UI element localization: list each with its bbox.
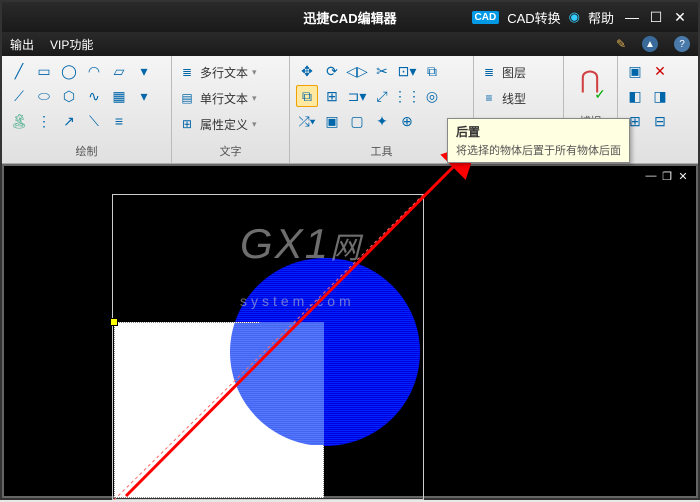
select-icon[interactable]: ⊡▾ xyxy=(396,60,418,82)
minimize-button[interactable]: — xyxy=(622,9,642,25)
trim-icon[interactable]: ✂ xyxy=(371,60,393,82)
cad-convert-button[interactable]: CAD转换 xyxy=(503,8,564,27)
misc4-icon[interactable]: ◨ xyxy=(649,85,671,107)
polyline-icon[interactable]: ⟋ xyxy=(8,85,30,107)
app-title: 迅捷CAD编辑器 xyxy=(303,8,396,27)
mirror-icon[interactable]: ◁▷ xyxy=(346,60,368,82)
tooltip-body: 将选择的物体后置于所有物体后面 xyxy=(456,142,621,158)
ribbon-group-draw: ╱ ▭ ◯ ◠ ▱ ▾ ⟋ ⬭ ⬡ ∿ ▦ ▾ 🏝 ⋮ ↗ ⟍ ≡ 绘制 xyxy=(2,56,172,163)
group-icon[interactable]: ⊞ xyxy=(321,85,343,107)
more-icon[interactable]: ⊕ xyxy=(396,110,418,132)
stext-icon: ▤ xyxy=(178,89,196,107)
misc6-icon[interactable]: ⊟ xyxy=(649,110,671,132)
multiline-text-button[interactable]: ≣多行文本▾ xyxy=(178,60,283,84)
tooltip: 后置 将选择的物体后置于所有物体后面 xyxy=(447,118,630,163)
move-icon[interactable]: ✥ xyxy=(296,60,318,82)
pen-icon[interactable]: ✎ xyxy=(616,37,626,51)
line-icon[interactable]: ╱ xyxy=(8,60,30,82)
misc3-icon[interactable]: ◧ xyxy=(624,85,646,107)
bring-front-icon[interactable]: ⧉ xyxy=(421,60,443,82)
help-button[interactable]: 帮助 xyxy=(584,8,618,27)
arc-icon[interactable]: ◠ xyxy=(83,60,105,82)
attr-icon: ⊞ xyxy=(178,115,196,133)
break-icon[interactable]: ⤮▾ xyxy=(296,110,318,132)
drawing-canvas[interactable]: — ❐ ✕ GX1网 system.com xyxy=(2,164,698,498)
help-icon[interactable]: ◉ xyxy=(569,9,580,25)
layer-icon: ≣ xyxy=(480,63,498,81)
dropdown-icon[interactable]: ▾ xyxy=(133,60,155,82)
back-icon[interactable]: ▢ xyxy=(346,110,368,132)
copy-icon[interactable]: ⊐▾ xyxy=(346,85,368,107)
group-label-tools: 工具 xyxy=(296,141,467,161)
cad-badge-icon: CAD xyxy=(472,11,500,24)
ellipse-icon[interactable]: ⬭ xyxy=(33,85,55,107)
title-bar: 迅捷CAD编辑器 CAD CAD转换 ◉ 帮助 — ☐ ✕ xyxy=(2,2,698,32)
mtext-icon: ≣ xyxy=(178,63,196,81)
attr-def-button[interactable]: ⊞属性定义▾ xyxy=(178,112,283,136)
menu-bar: 输出 VIP功能 ✎ ▲ ? xyxy=(2,32,698,56)
menu-output[interactable]: 输出 xyxy=(10,36,34,53)
grip-handle[interactable] xyxy=(110,318,118,326)
misc2-icon[interactable]: ✕ xyxy=(649,60,671,82)
send-back-icon[interactable]: ⧉ xyxy=(296,85,318,107)
circle-icon[interactable]: ◯ xyxy=(58,60,80,82)
point-icon[interactable]: ⋮ xyxy=(33,110,55,132)
linetype-icon: ≡ xyxy=(480,89,498,107)
hatch-icon[interactable]: ▦ xyxy=(108,85,130,107)
xline-icon[interactable]: ⟍ xyxy=(83,110,105,132)
layer-button[interactable]: ≣图层 xyxy=(480,60,557,84)
tooltip-title: 后置 xyxy=(456,123,621,140)
dropdown2-icon[interactable]: ▾ xyxy=(133,85,155,107)
misc1-icon[interactable]: ▣ xyxy=(624,60,646,82)
group-label-text: 文字 xyxy=(178,141,283,161)
singleline-text-button[interactable]: ▤单行文本▾ xyxy=(178,86,283,110)
close-button[interactable]: ✕ xyxy=(670,9,690,25)
array-icon[interactable]: ⋮⋮ xyxy=(396,85,418,107)
polygon-icon[interactable]: ⬡ xyxy=(58,85,80,107)
front-icon[interactable]: ▣ xyxy=(321,110,343,132)
maximize-button[interactable]: ☐ xyxy=(646,9,666,25)
explode-icon[interactable]: ✦ xyxy=(371,110,393,132)
linetype-button[interactable]: ≡线型 xyxy=(480,86,557,110)
info-icon[interactable]: ? xyxy=(674,36,690,52)
group-label-draw: 绘制 xyxy=(8,141,165,161)
shape-icon[interactable]: ▱ xyxy=(108,60,130,82)
ray-icon[interactable]: ↗ xyxy=(58,110,80,132)
spline-icon[interactable]: ∿ xyxy=(83,85,105,107)
image-icon[interactable]: 🏝 xyxy=(8,110,30,132)
rect-icon[interactable]: ▭ xyxy=(33,60,55,82)
user-icon[interactable]: ▲ xyxy=(642,36,658,52)
mline-icon[interactable]: ≡ xyxy=(108,110,130,132)
scale-icon[interactable]: ⤢ xyxy=(371,85,393,107)
rotate-icon[interactable]: ⟳ xyxy=(321,60,343,82)
ribbon-group-text: ≣多行文本▾ ▤单行文本▾ ⊞属性定义▾ 文字 xyxy=(172,56,290,163)
offset-icon[interactable]: ◎ xyxy=(421,85,443,107)
menu-vip[interactable]: VIP功能 xyxy=(50,36,93,53)
